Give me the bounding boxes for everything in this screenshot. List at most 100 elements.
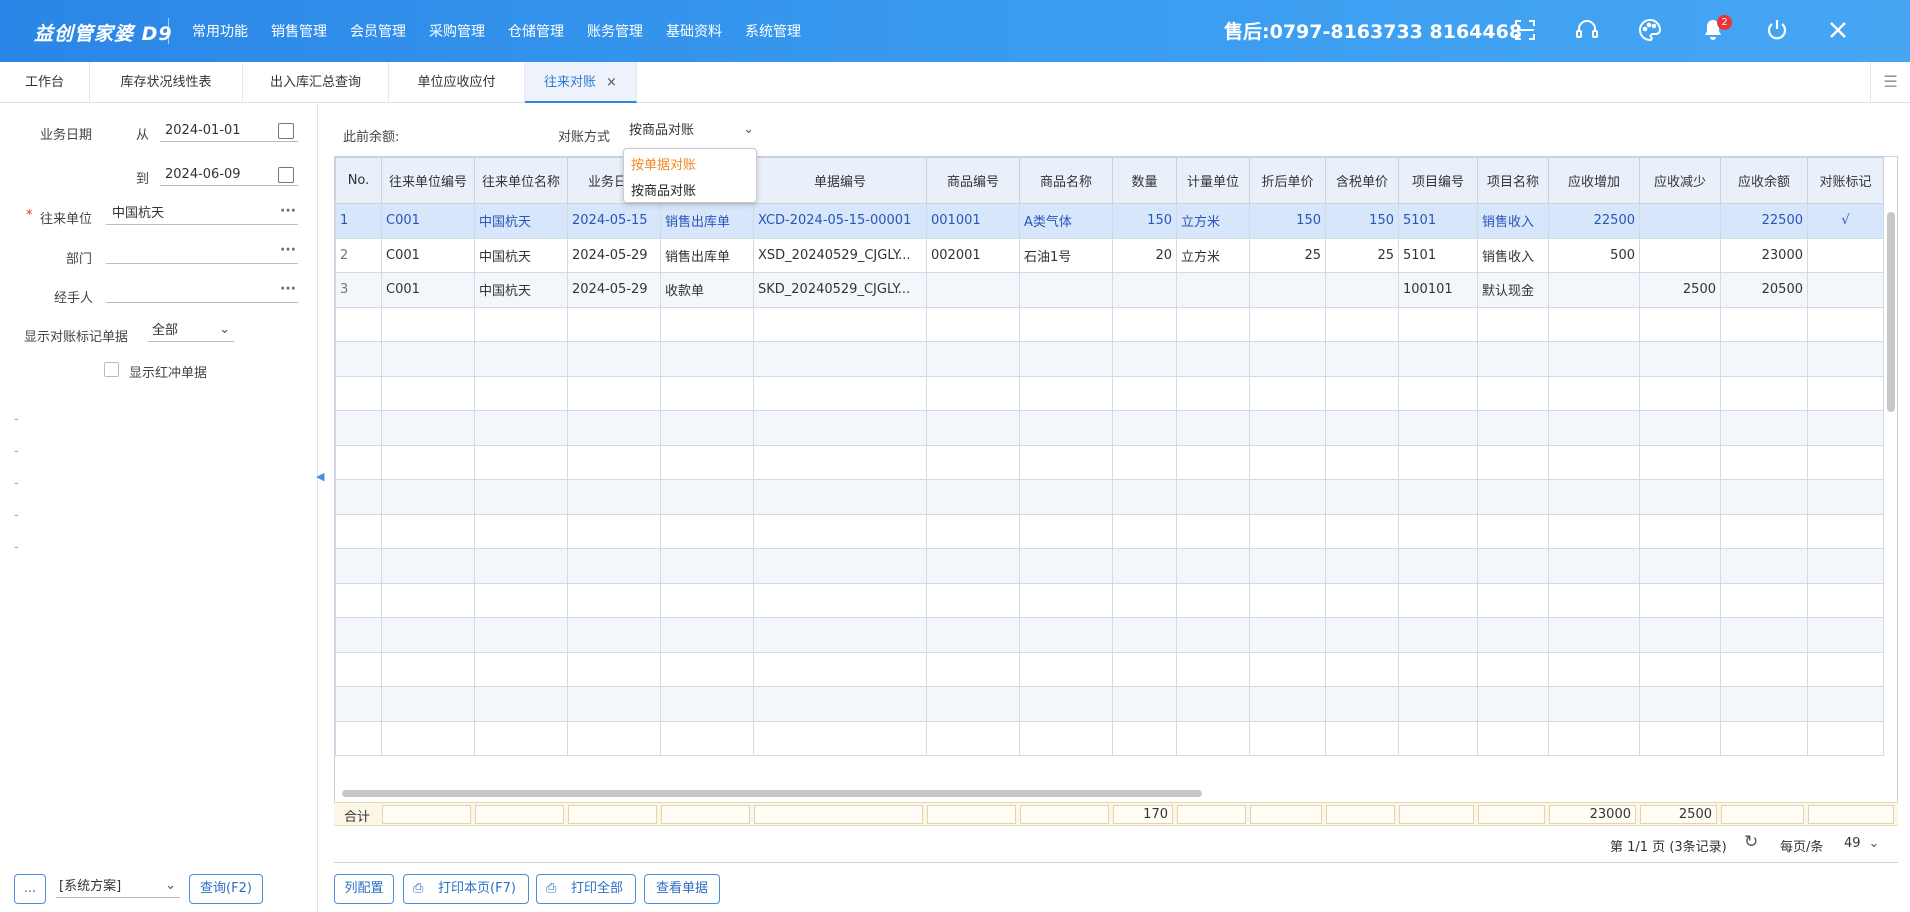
menu-basic-data[interactable]: 基础资料	[666, 21, 722, 41]
table-cell	[567, 375, 661, 411]
tab-close-icon[interactable]: ×	[606, 75, 617, 90]
to-calendar-icon[interactable]	[278, 167, 294, 183]
total-ar-decrease: 2500	[1640, 805, 1717, 824]
print-all-button[interactable]: ⎙ 打印全部	[536, 874, 636, 904]
column-header[interactable]: 含税单价	[1325, 157, 1399, 204]
query-button[interactable]: 查询(F2)	[189, 874, 263, 904]
menu-common[interactable]: 常用功能	[192, 21, 248, 41]
scrollbar-thumb[interactable]	[1887, 212, 1895, 412]
view-document-button[interactable]: 查看单据	[644, 874, 720, 904]
scrollbar-thumb[interactable]	[342, 790, 1202, 797]
horizontal-scrollbar[interactable]	[334, 786, 1884, 800]
table-row[interactable]	[335, 617, 1884, 653]
table-row[interactable]	[335, 513, 1884, 549]
scheme-select[interactable]: [系统方案] ⌄	[56, 876, 180, 898]
table-cell: 默认现金	[1477, 272, 1549, 308]
table-cell	[567, 479, 661, 515]
handler-more-icon[interactable]: ···	[280, 281, 296, 297]
table-cell	[1112, 375, 1177, 411]
palette-icon[interactable]	[1637, 17, 1663, 43]
partner-field[interactable]: 中国杭天	[106, 203, 298, 225]
table-row[interactable]	[335, 686, 1884, 722]
tab-list-menu-icon[interactable]: ☰	[1870, 62, 1910, 103]
table-cell	[1019, 513, 1113, 549]
dropdown-option-by-product[interactable]: 按商品对账	[631, 180, 696, 199]
table-row[interactable]	[335, 479, 1884, 515]
table-row[interactable]	[335, 651, 1884, 687]
column-header[interactable]: 商品编号	[926, 157, 1020, 204]
menu-system[interactable]: 系统管理	[745, 21, 801, 41]
total-cell	[1177, 805, 1246, 824]
tab-reconciliation[interactable]: 往来对账 ×	[525, 62, 637, 103]
total-cell	[1399, 805, 1474, 824]
tab-label: 出入库汇总查询	[269, 75, 361, 90]
column-header[interactable]: 应收增加	[1548, 157, 1640, 204]
refresh-icon[interactable]: ↻	[1744, 832, 1758, 852]
table-cell	[926, 410, 1020, 446]
column-header[interactable]: 项目名称	[1477, 157, 1549, 204]
table-row[interactable]: 2 C001 中国杭天 2024-05-29 销售出库单 XSD_20240529_CJG…	[335, 237, 1884, 273]
table-row[interactable]	[335, 341, 1884, 377]
column-header[interactable]: 往来单位编号	[381, 157, 475, 204]
column-config-button[interactable]: 列配置	[334, 874, 394, 904]
total-cell	[475, 805, 564, 824]
table-cell	[474, 410, 568, 446]
menu-sales[interactable]: 销售管理	[271, 21, 327, 41]
tab-workbench[interactable]: 工作台	[0, 62, 90, 103]
column-header[interactable]: 应收余额	[1720, 157, 1808, 204]
table-row[interactable]	[335, 548, 1884, 584]
table-row[interactable]	[335, 582, 1884, 618]
more-options-button[interactable]: ...	[14, 874, 46, 904]
column-header[interactable]: 计量单位	[1176, 157, 1250, 204]
menu-warehouse[interactable]: 仓储管理	[508, 21, 564, 41]
partner-more-icon[interactable]: ···	[280, 203, 296, 219]
scan-icon[interactable]	[1512, 17, 1538, 43]
power-icon[interactable]	[1764, 17, 1790, 43]
tab-inventory-linear[interactable]: 库存状况线性表	[90, 62, 243, 103]
print-page-button[interactable]: ⎙ 打印本页(F7)	[403, 874, 529, 904]
dept-field[interactable]	[106, 242, 298, 264]
tab-receivables[interactable]: 单位应收应付	[389, 62, 525, 103]
table-row[interactable]	[335, 375, 1884, 411]
column-header[interactable]: 折后单价	[1249, 157, 1326, 204]
column-header[interactable]: 往来单位名称	[474, 157, 568, 204]
table-row[interactable]	[335, 306, 1884, 342]
column-header[interactable]: 对账标记	[1807, 157, 1884, 204]
table-cell	[1548, 375, 1640, 411]
table-cell: 150	[1249, 203, 1326, 239]
column-header[interactable]: 数量	[1112, 157, 1177, 204]
table-row[interactable]: 1 C001 中国杭天 2024-05-15 销售出库单 XCD-2024-05-15-0…	[335, 203, 1884, 239]
table-row[interactable]	[335, 720, 1884, 756]
recon-mode-select[interactable]: 按商品对账 ⌄	[626, 120, 758, 142]
table-cell	[1176, 582, 1250, 618]
column-header[interactable]: 项目编号	[1398, 157, 1478, 204]
table-cell	[1720, 479, 1808, 515]
panel-collapse-icon[interactable]: ◀	[316, 470, 324, 488]
column-header[interactable]: 单据编号	[753, 157, 927, 204]
from-calendar-icon[interactable]	[278, 123, 294, 139]
menu-purchase[interactable]: 采购管理	[429, 21, 485, 41]
close-icon[interactable]	[1825, 17, 1851, 43]
show-red-checkbox[interactable]	[104, 362, 119, 377]
menu-members[interactable]: 会员管理	[350, 21, 406, 41]
headset-icon[interactable]	[1574, 17, 1600, 43]
table-row[interactable]: 3 C001 中国杭天 2024-05-29 收款单 SKD_20240529_CJGLY…	[335, 272, 1884, 308]
per-page-select[interactable]: 49 ⌄	[1844, 836, 1879, 851]
column-header[interactable]: 应收减少	[1639, 157, 1721, 204]
column-header[interactable]: 商品名称	[1019, 157, 1113, 204]
total-ar-increase: 23000	[1549, 805, 1636, 824]
show-marked-select[interactable]: 全部 ⌄	[148, 320, 234, 342]
menu-accounts[interactable]: 账务管理	[587, 21, 643, 41]
table-cell: 002001	[926, 237, 1020, 273]
top-bar: 益创管家婆 D9 常用功能 销售管理 会员管理 采购管理 仓储管理 账务管理 基…	[0, 0, 1910, 62]
handler-field[interactable]	[106, 281, 298, 303]
column-header[interactable]: No.	[335, 157, 382, 204]
table-cell	[1112, 720, 1177, 756]
table-row[interactable]	[335, 410, 1884, 446]
dropdown-option-by-document[interactable]: 按单据对账	[631, 154, 696, 173]
vertical-scrollbar[interactable]	[1884, 202, 1896, 784]
table-cell	[381, 306, 475, 342]
tab-io-summary[interactable]: 出入库汇总查询	[243, 62, 389, 103]
dept-more-icon[interactable]: ···	[280, 242, 296, 258]
table-row[interactable]	[335, 444, 1884, 480]
